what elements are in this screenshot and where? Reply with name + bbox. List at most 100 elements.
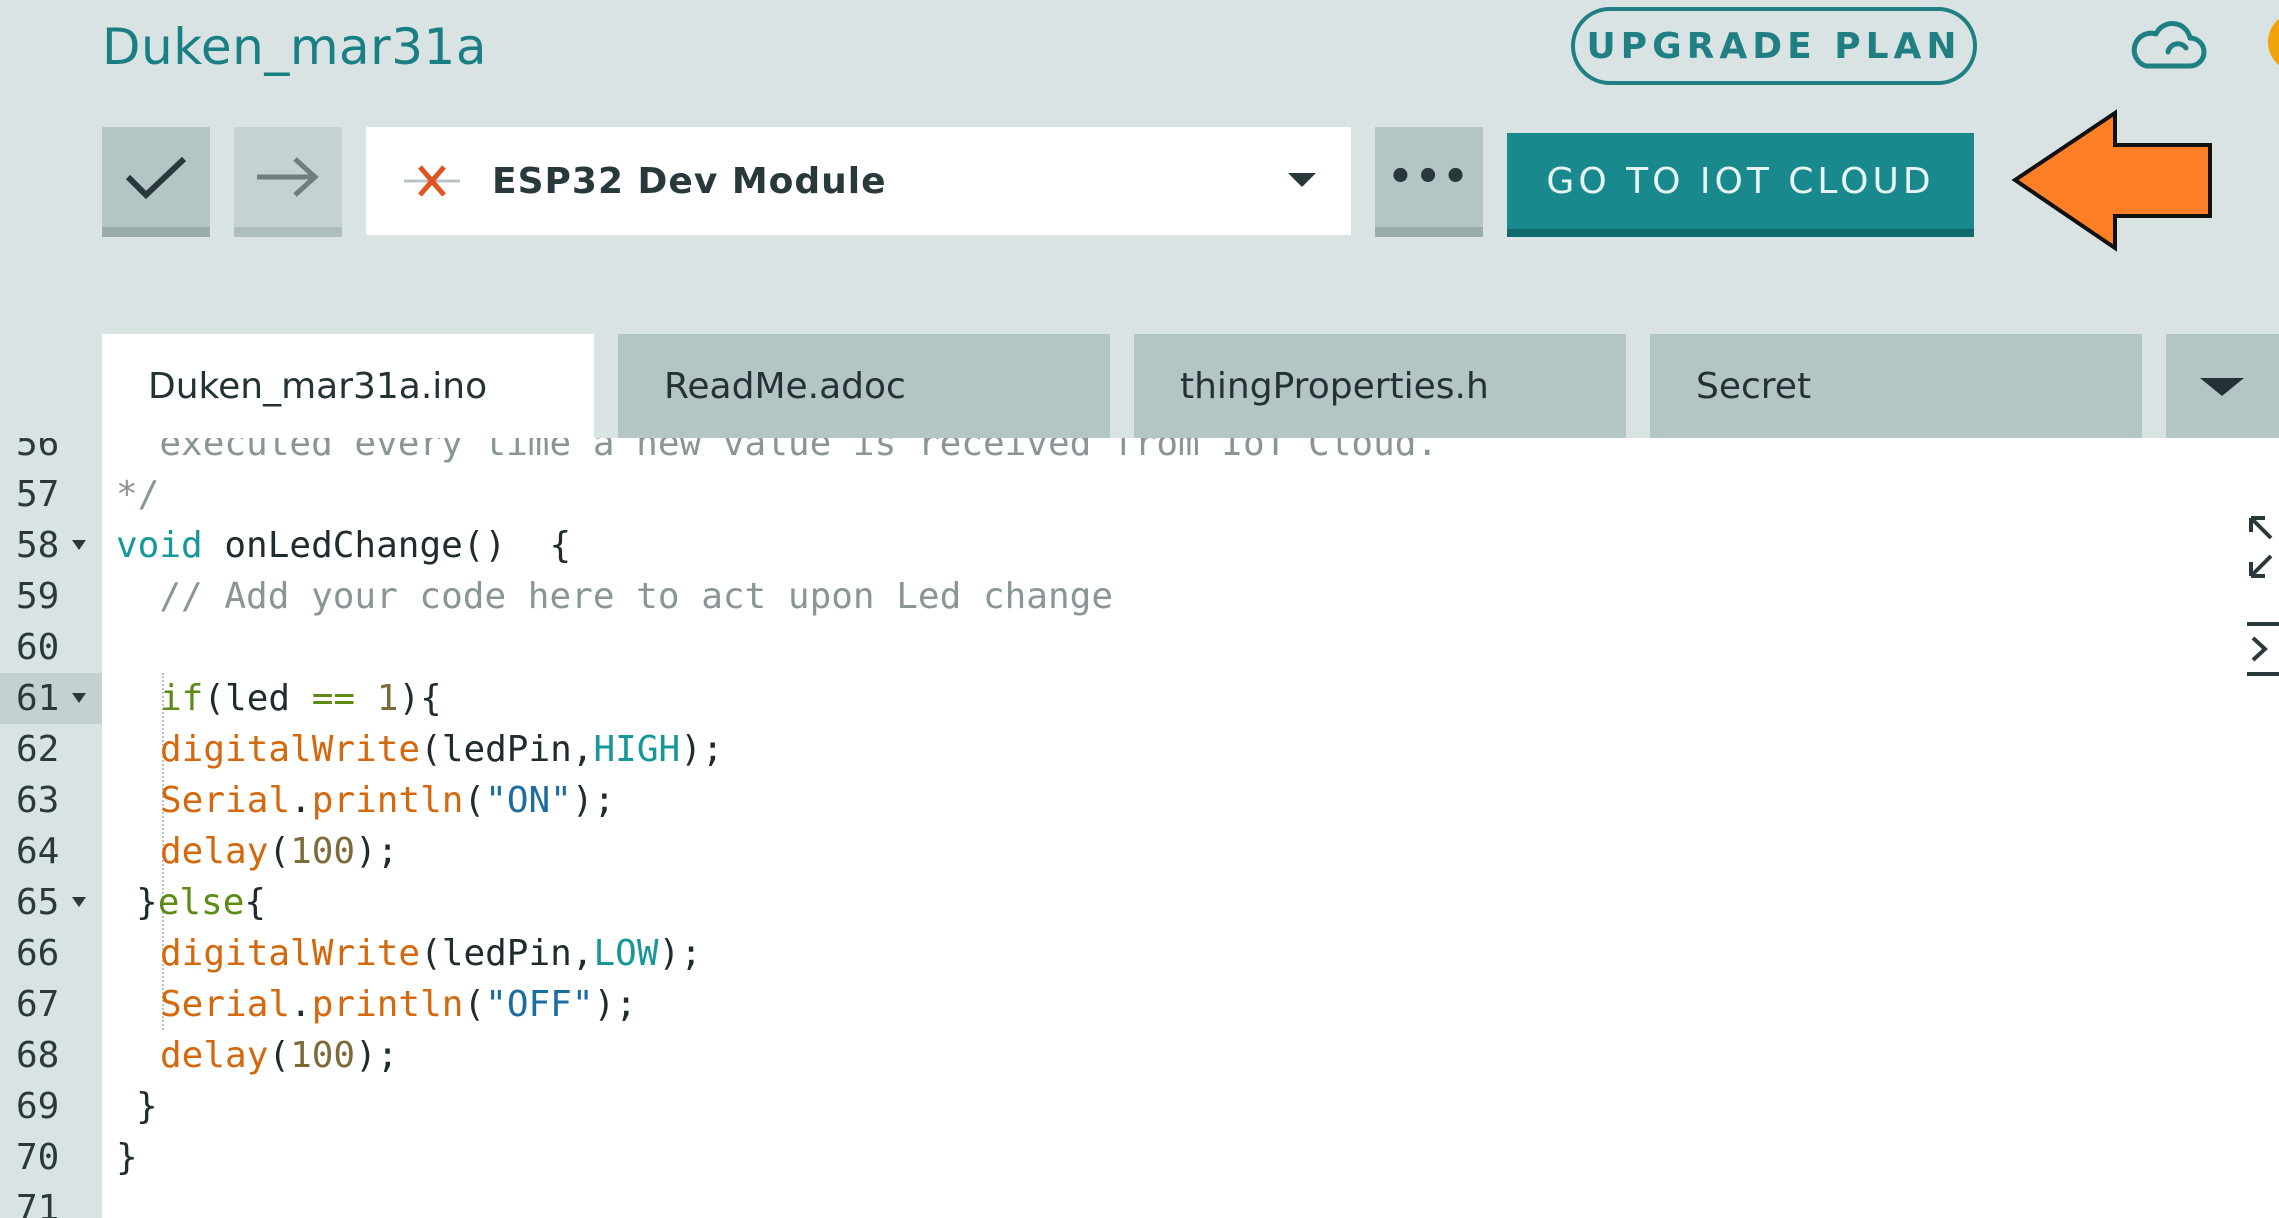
chevron-down-icon — [2200, 378, 2244, 396]
code-line: digitalWrite(ledPin,HIGH); — [160, 724, 724, 775]
tab-thing-properties[interactable]: thingProperties.h — [1134, 334, 1626, 438]
code-line: void onLedChange() { — [116, 520, 571, 571]
code-line: }else{ — [136, 877, 266, 928]
line-number: 57 — [16, 474, 60, 515]
code-token: println — [311, 984, 464, 1025]
code-line: delay(100); — [160, 1030, 398, 1081]
code-token: Serial — [160, 984, 291, 1025]
line-number: 63 — [16, 780, 60, 821]
line-number: 68 — [16, 1035, 60, 1076]
code-token: (ledPin, — [420, 729, 594, 770]
line-number: 58 — [16, 525, 60, 566]
board-name: ESP32 Dev Module — [492, 160, 887, 202]
line-number: 66 — [16, 933, 60, 974]
expand-icon[interactable] — [2245, 512, 2279, 582]
code-token: HIGH — [593, 729, 681, 770]
code-token: ); — [658, 933, 702, 974]
upgrade-plan-button[interactable]: UPGRADE PLAN — [1571, 7, 1977, 85]
code-line: } — [116, 1137, 138, 1178]
code-token: ); — [593, 984, 637, 1025]
more-options-button[interactable]: ••• — [1375, 127, 1483, 237]
code-token: "ON" — [485, 780, 572, 821]
code-token: 100 — [290, 831, 356, 872]
fold-arrow-icon[interactable] — [72, 693, 86, 703]
line-number: 61 — [16, 678, 60, 719]
code-token: ); — [680, 729, 724, 770]
code-token: (ledPin, — [420, 933, 594, 974]
code-token: { — [244, 882, 267, 923]
code-token: . — [290, 780, 312, 821]
code-line: // Add your code here to act upon Led ch… — [116, 576, 1113, 617]
line-number: 69 — [16, 1086, 60, 1127]
code-line: Serial.println("OFF"); — [160, 979, 637, 1030]
code-line: if(led == 1){ — [160, 673, 442, 724]
line-number: 64 — [16, 831, 60, 872]
line-number-row-active: 61 — [0, 673, 102, 724]
code-token: void — [116, 525, 203, 566]
code-token: ( — [268, 831, 291, 872]
code-token: Serial — [160, 780, 291, 821]
line-number: 62 — [16, 729, 60, 770]
code-line: executed every time a new value is recei… — [116, 438, 1439, 464]
code-token: delay — [160, 1035, 269, 1076]
line-number-gutter: 56 57 58 59 60 61 62 63 64 65 66 67 68 6… — [0, 438, 102, 1218]
code-token: ); — [571, 780, 616, 821]
code-token: digitalWrite — [160, 933, 421, 974]
code-token: ( — [463, 984, 486, 1025]
code-line: Serial.println("ON"); — [160, 775, 615, 826]
line-number: 56 — [16, 438, 60, 464]
code-token: LOW — [593, 933, 659, 974]
code-token: . — [290, 984, 312, 1025]
code-token: 100 — [290, 1035, 356, 1076]
code-token: ); — [355, 1035, 399, 1076]
line-number: 70 — [16, 1137, 60, 1178]
fold-arrow-icon[interactable] — [72, 897, 86, 907]
code-token: == — [311, 678, 356, 719]
avatar[interactable] — [2268, 12, 2279, 72]
annotation-arrow-icon — [2011, 109, 2212, 252]
arrow-right-icon — [257, 157, 319, 197]
line-number: 59 — [16, 576, 60, 617]
code-token: ( — [268, 1035, 291, 1076]
code-line: delay(100); — [160, 826, 398, 877]
code-token: } — [136, 882, 158, 923]
upload-button[interactable] — [234, 127, 342, 237]
code-token: "OFF" — [485, 984, 594, 1025]
disconnected-icon — [404, 165, 460, 197]
code-token: ); — [355, 831, 399, 872]
line-number: 71 — [16, 1188, 60, 1218]
code-line: digitalWrite(ledPin,LOW); — [160, 928, 702, 979]
code-token: onLedChange() { — [202, 525, 572, 566]
sketch-title: Duken_mar31a — [102, 18, 487, 76]
cloud-icon[interactable] — [2128, 18, 2208, 74]
code-token: println — [311, 780, 464, 821]
code-token: ( — [463, 780, 486, 821]
go-to-iot-cloud-button[interactable]: GO TO IOT CLOUD — [1507, 133, 1974, 237]
code-token: (led — [203, 678, 312, 719]
line-number-row: 58 — [0, 520, 102, 571]
verify-button[interactable] — [102, 127, 210, 237]
code-token: ){ — [398, 678, 442, 719]
code-line: */ — [116, 474, 160, 515]
check-icon — [125, 156, 187, 200]
line-number: 67 — [16, 984, 60, 1025]
code-token: delay — [160, 831, 269, 872]
code-line: } — [136, 1086, 158, 1127]
tab-readme[interactable]: ReadMe.adoc — [618, 334, 1110, 438]
code-editor[interactable]: executed every time a new value is recei… — [102, 438, 2279, 1218]
code-token: 1 — [376, 678, 399, 719]
tab-secret[interactable]: Secret — [1650, 334, 2142, 438]
code-token: else — [157, 882, 245, 923]
chevron-down-icon — [1288, 173, 1316, 187]
code-token: if — [160, 678, 204, 719]
code-token: digitalWrite — [160, 729, 421, 770]
line-number: 65 — [16, 882, 60, 923]
line-number: 60 — [16, 627, 60, 668]
line-number-row: 65 — [0, 877, 102, 928]
tabs-overflow-button[interactable] — [2166, 334, 2279, 438]
fold-arrow-icon[interactable] — [72, 540, 86, 550]
board-select[interactable]: ESP32 Dev Module — [366, 127, 1351, 235]
tab-duken-ino[interactable]: Duken_mar31a.ino — [102, 334, 594, 438]
serial-monitor-icon[interactable] — [2245, 620, 2279, 678]
